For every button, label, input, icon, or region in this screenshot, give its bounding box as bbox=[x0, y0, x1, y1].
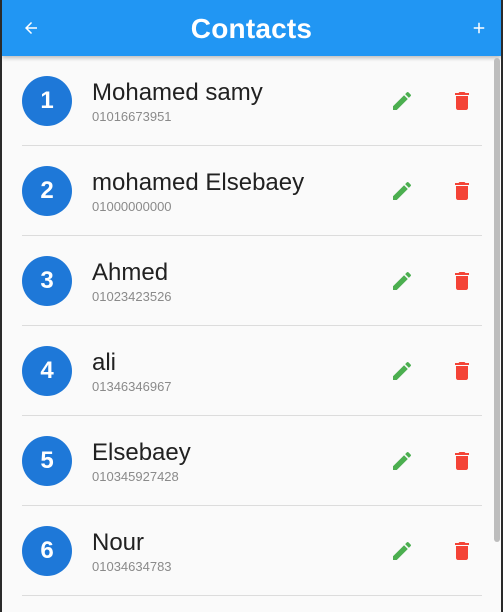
delete-button[interactable] bbox=[450, 449, 474, 473]
edit-button[interactable] bbox=[390, 449, 414, 473]
edit-button[interactable] bbox=[390, 359, 414, 383]
page-title: Contacts bbox=[190, 13, 313, 44]
list-item[interactable]: 1 Mohamed samy 01016673951 bbox=[2, 56, 501, 146]
pencil-icon bbox=[393, 361, 412, 380]
contact-phone: 01023423526 bbox=[92, 289, 172, 304]
contact-name: mohamed Elsebaey bbox=[92, 169, 305, 196]
trash-icon bbox=[455, 92, 469, 110]
trash-icon bbox=[455, 272, 469, 290]
contact-phone: 01016673951 bbox=[92, 109, 172, 124]
contact-name: ali bbox=[92, 349, 117, 376]
avatar: 6 bbox=[22, 526, 72, 576]
edit-button[interactable] bbox=[390, 179, 414, 203]
app-bar: Contacts bbox=[2, 0, 501, 56]
pencil-icon bbox=[393, 271, 412, 290]
divider bbox=[22, 595, 482, 596]
delete-button[interactable] bbox=[450, 269, 474, 293]
trash-icon bbox=[455, 362, 469, 380]
pencil-icon bbox=[393, 181, 412, 200]
pencil-icon bbox=[393, 541, 412, 560]
contact-name: Ahmed bbox=[92, 259, 169, 286]
list-item[interactable]: 6 Nour 01034634783 bbox=[2, 506, 501, 596]
contacts-screen: Contacts 1 Mohamed samy 01016673951 2 mo… bbox=[2, 0, 501, 612]
contact-name: Mohamed samy bbox=[92, 79, 263, 106]
delete-button[interactable] bbox=[450, 539, 474, 563]
avatar: 1 bbox=[22, 76, 72, 126]
delete-button[interactable] bbox=[450, 89, 474, 113]
contact-name: Elsebaey bbox=[92, 439, 191, 466]
avatar: 3 bbox=[22, 256, 72, 306]
list-item[interactable]: 3 Ahmed 01023423526 bbox=[2, 236, 501, 326]
pencil-icon bbox=[393, 451, 412, 470]
edit-button[interactable] bbox=[390, 539, 414, 563]
edit-button[interactable] bbox=[390, 89, 414, 113]
edit-button[interactable] bbox=[390, 269, 414, 293]
trash-icon bbox=[455, 452, 469, 470]
contact-phone: 01346346967 bbox=[92, 379, 172, 394]
trash-icon bbox=[455, 182, 469, 200]
contact-phone: 010345927428 bbox=[92, 469, 179, 484]
delete-button[interactable] bbox=[450, 359, 474, 383]
delete-button[interactable] bbox=[450, 179, 474, 203]
contact-phone: 01034634783 bbox=[92, 559, 172, 574]
avatar: 5 bbox=[22, 436, 72, 486]
list-item[interactable]: 4 ali 01346346967 bbox=[2, 326, 501, 416]
contact-name: Nour bbox=[92, 529, 145, 556]
list-item[interactable]: 2 mohamed Elsebaey 01000000000 bbox=[2, 146, 501, 236]
avatar: 4 bbox=[22, 346, 72, 396]
trash-icon bbox=[455, 542, 469, 560]
avatar: 2 bbox=[22, 166, 72, 216]
contact-phone: 01000000000 bbox=[92, 199, 172, 214]
list-item[interactable]: 5 Elsebaey 010345927428 bbox=[2, 416, 501, 506]
pencil-icon bbox=[393, 91, 412, 110]
scrollbar[interactable] bbox=[494, 58, 500, 542]
contact-list: 1 Mohamed samy 01016673951 2 mohamed Els… bbox=[2, 56, 501, 596]
plus-icon bbox=[473, 22, 485, 34]
add-contact-button[interactable] bbox=[467, 16, 491, 40]
